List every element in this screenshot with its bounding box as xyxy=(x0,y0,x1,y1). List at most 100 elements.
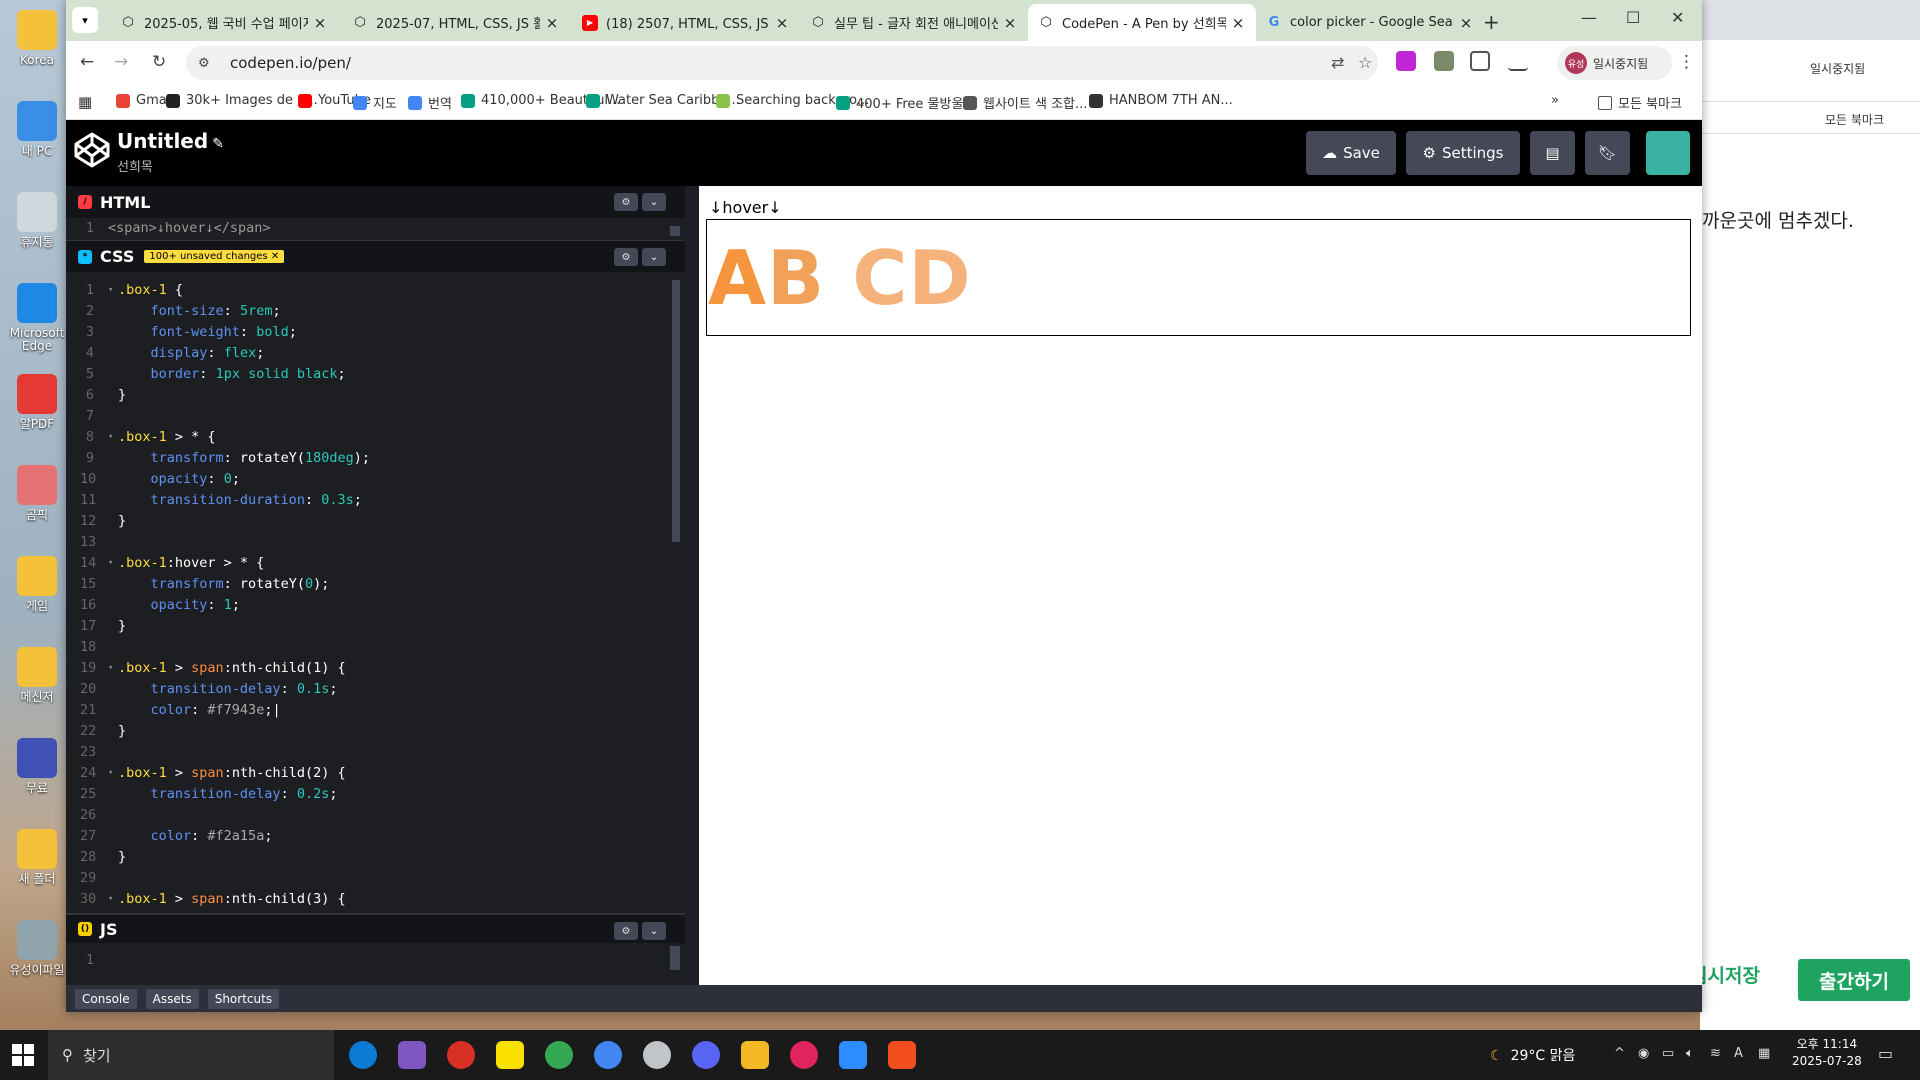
browser-tab[interactable]: ⬡ 2025-07, HTML, CSS, JS 활용 × xyxy=(342,4,570,41)
more-bookmarks-icon[interactable]: » xyxy=(1551,93,1559,108)
taskbar-clock[interactable]: 오후 11:14 2025-07-28 xyxy=(1792,1036,1862,1070)
bookmark-item[interactable]: 400+ Free 물방울... xyxy=(836,93,976,112)
box-1[interactable]: AB CD xyxy=(706,219,1691,336)
desktop-icon[interactable]: Microsoft Edge xyxy=(4,283,70,353)
close-tab-icon[interactable]: × xyxy=(312,14,328,32)
html-pane-header[interactable]: / HTML ⚙ ⌄ xyxy=(66,186,685,218)
html-scrollbar[interactable] xyxy=(670,226,680,236)
fold-arrow-icon[interactable]: ▾ xyxy=(108,889,118,907)
footer-console-button[interactable]: Console xyxy=(75,988,137,1009)
chrome-alt-taskbar-icon[interactable] xyxy=(594,1041,622,1069)
footer-shortcuts-button[interactable]: Shortcuts xyxy=(207,988,280,1009)
fold-arrow-icon[interactable]: ▾ xyxy=(108,553,118,574)
site-info-icon[interactable]: ⚙ xyxy=(198,56,220,71)
translate-icon[interactable]: ⇄ xyxy=(1331,53,1344,72)
desktop-icon[interactable]: 내 PC xyxy=(4,101,70,158)
tray-display-icon[interactable]: ▭ xyxy=(1662,1046,1674,1061)
user-avatar[interactable] xyxy=(1646,131,1690,175)
bg-all-bookmarks[interactable]: 모든 북마크 xyxy=(1825,111,1884,128)
media-control-icon[interactable] xyxy=(1508,51,1528,71)
js-settings-icon[interactable]: ⚙ xyxy=(614,922,638,940)
bookmark-item[interactable]: 지도 xyxy=(353,93,397,112)
browser-tab[interactable]: ⬡ 2025-05, 웹 국비 수업 페이지 × xyxy=(110,4,338,41)
footer-assets-button[interactable]: Assets xyxy=(145,988,199,1009)
browser-tab[interactable]: Gcolor picker - Google Search × xyxy=(1256,4,1484,41)
desktop-icon[interactable]: 메신저 xyxy=(4,647,70,704)
js-collapse-icon[interactable]: ⌄ xyxy=(642,922,666,940)
bookmark-item[interactable]: 웹사이트 색 조합... xyxy=(963,93,1087,112)
pen-author[interactable]: 선희목 xyxy=(117,156,153,175)
all-bookmarks-folder[interactable]: 모든 북마크 xyxy=(1598,93,1682,112)
kakaotalk-taskbar-icon[interactable] xyxy=(496,1041,524,1069)
pencil-icon[interactable]: ✎ xyxy=(212,136,224,152)
reload-button[interactable]: ↻ xyxy=(152,52,166,72)
css-collapse-icon[interactable]: ⌄ xyxy=(642,248,666,266)
fold-arrow-icon[interactable]: ▾ xyxy=(108,658,118,679)
taskbar-search[interactable]: ⚲ 찾기 xyxy=(48,1030,334,1080)
omnibox[interactable]: ⚙ codepen.io/pen/ ⇄ ☆ xyxy=(186,46,1378,80)
close-tab-icon[interactable]: × xyxy=(544,14,560,32)
chrome-active-taskbar-icon[interactable] xyxy=(790,1041,818,1069)
bookmark-pen-button[interactable]: 🔖︎ xyxy=(1585,131,1630,175)
maximize-button[interactable]: ☐ xyxy=(1626,8,1640,27)
bookmark-item[interactable]: 30k+ Images de g... xyxy=(166,93,318,108)
extension-icon[interactable] xyxy=(1434,51,1454,71)
bg-profile-chip[interactable]: 일시중지됨 xyxy=(1810,60,1865,77)
tray-record-icon[interactable]: ◉ xyxy=(1638,1046,1649,1061)
js-scrollbar[interactable] xyxy=(670,946,680,970)
store-taskbar-icon[interactable] xyxy=(839,1041,867,1069)
forward-button[interactable]: → xyxy=(114,52,128,72)
download-extension-icon[interactable] xyxy=(1396,51,1416,71)
wifi-icon[interactable]: ≋ xyxy=(1710,1046,1721,1061)
chrome-taskbar-icon[interactable] xyxy=(447,1041,475,1069)
minimize-button[interactable]: — xyxy=(1581,8,1597,27)
bookmark-item[interactable]: 번역 xyxy=(408,93,452,112)
unsaved-changes-badge[interactable]: 100+ unsaved changes ✕ xyxy=(144,250,285,263)
close-tab-icon[interactable]: × xyxy=(1458,14,1474,32)
desktop-icon[interactable]: 휴지통 xyxy=(4,192,70,249)
file-explorer-taskbar-icon[interactable] xyxy=(741,1041,769,1069)
fold-arrow-icon[interactable]: ▾ xyxy=(108,280,118,301)
js-pane-header[interactable]: () JS ⚙ ⌄ xyxy=(66,913,685,943)
new-tab-button[interactable]: + xyxy=(1483,10,1500,34)
tab-search-button[interactable]: ▾ xyxy=(72,7,98,33)
close-tab-icon[interactable]: × xyxy=(1230,14,1246,32)
weather-widget[interactable]: ☾ 29°C 맑음 xyxy=(1490,1045,1575,1065)
bookmark-item[interactable]: HANBOM 7TH AN... xyxy=(1089,93,1233,108)
codepen-logo-icon[interactable] xyxy=(72,130,112,170)
profile-chip[interactable]: 유성 일시중지됨 xyxy=(1557,46,1672,80)
edge-taskbar-icon[interactable] xyxy=(349,1041,377,1069)
tray-expand-icon[interactable]: ^ xyxy=(1614,1046,1625,1061)
browser-menu-icon[interactable]: ⋮ xyxy=(1678,52,1695,72)
keyboard-icon[interactable]: ▦ xyxy=(1758,1046,1770,1061)
url-text[interactable]: codepen.io/pen/ xyxy=(230,54,351,72)
volume-icon[interactable]: 🔈︎ xyxy=(1686,1046,1694,1061)
desktop-icon[interactable]: 유성이파일 xyxy=(4,920,70,977)
close-tab-icon[interactable]: × xyxy=(1002,14,1018,32)
apps-grid-icon[interactable]: ▦ xyxy=(78,93,92,111)
close-window-button[interactable]: ✕ xyxy=(1671,8,1684,27)
app-taskbar-icon[interactable] xyxy=(643,1041,671,1069)
html-editor[interactable]: 1 <span>↓hover↓</span> xyxy=(66,218,685,240)
close-tab-icon[interactable]: × xyxy=(774,14,790,32)
css-editor[interactable]: 1 ▾ .box-1 {2 font-size: 5rem; 3 font-weigh… xyxy=(66,280,672,907)
pen-title[interactable]: Untitled ✎ xyxy=(117,129,224,153)
settings-button[interactable]: ⚙ Settings xyxy=(1406,131,1520,175)
ime-icon[interactable]: A xyxy=(1734,1046,1743,1061)
save-button[interactable]: ☁ Save xyxy=(1306,131,1396,175)
desktop-icon[interactable]: 게임 xyxy=(4,556,70,613)
bookmark-star-icon[interactable]: ☆ xyxy=(1358,53,1372,72)
html-settings-icon[interactable]: ⚙ xyxy=(614,193,638,211)
browser-tab[interactable]: ⬡ CodePen - A Pen by 선희목 × xyxy=(1028,4,1256,41)
publish-button[interactable]: 출간하기 xyxy=(1798,959,1910,1001)
chrome-profile-taskbar-icon[interactable] xyxy=(545,1041,573,1069)
notification-icon[interactable]: ▭ xyxy=(1878,1044,1893,1063)
extensions-puzzle-icon[interactable] xyxy=(1470,51,1490,71)
fold-arrow-icon[interactable]: ▾ xyxy=(108,763,118,784)
fold-arrow-icon[interactable]: ▾ xyxy=(108,427,118,448)
desktop-icon[interactable]: 알PDF xyxy=(4,374,70,431)
change-view-button[interactable]: ▤ xyxy=(1530,131,1575,175)
discord-taskbar-icon[interactable] xyxy=(692,1041,720,1069)
desktop-icon[interactable]: Korea xyxy=(4,10,70,67)
back-button[interactable]: ← xyxy=(80,52,94,72)
